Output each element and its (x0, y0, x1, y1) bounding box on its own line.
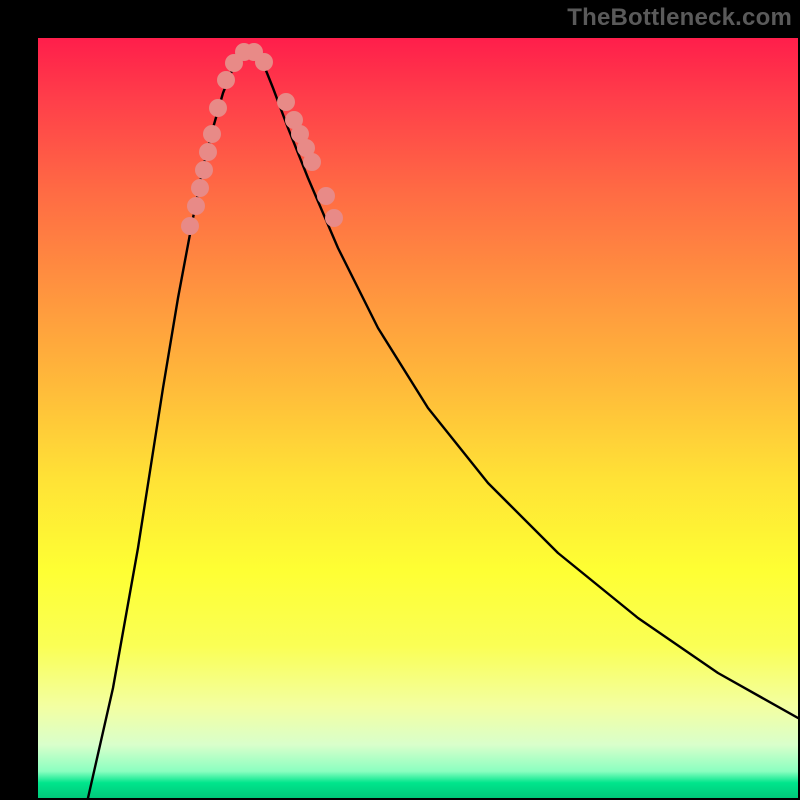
data-marker (303, 153, 321, 171)
chart-frame: TheBottleneck.com (0, 0, 800, 800)
data-marker (203, 125, 221, 143)
curve-layer (38, 38, 798, 798)
data-marker (181, 217, 199, 235)
data-marker (195, 161, 213, 179)
plot-area (38, 38, 798, 798)
data-marker (209, 99, 227, 117)
data-marker (199, 143, 217, 161)
data-marker (187, 197, 205, 215)
data-marker (325, 209, 343, 227)
data-marker (317, 187, 335, 205)
watermark-label: TheBottleneck.com (567, 4, 792, 32)
data-marker (191, 179, 209, 197)
data-marker (277, 93, 295, 111)
data-marker (255, 53, 273, 71)
bottleneck-curve (88, 50, 798, 798)
data-marker (217, 71, 235, 89)
